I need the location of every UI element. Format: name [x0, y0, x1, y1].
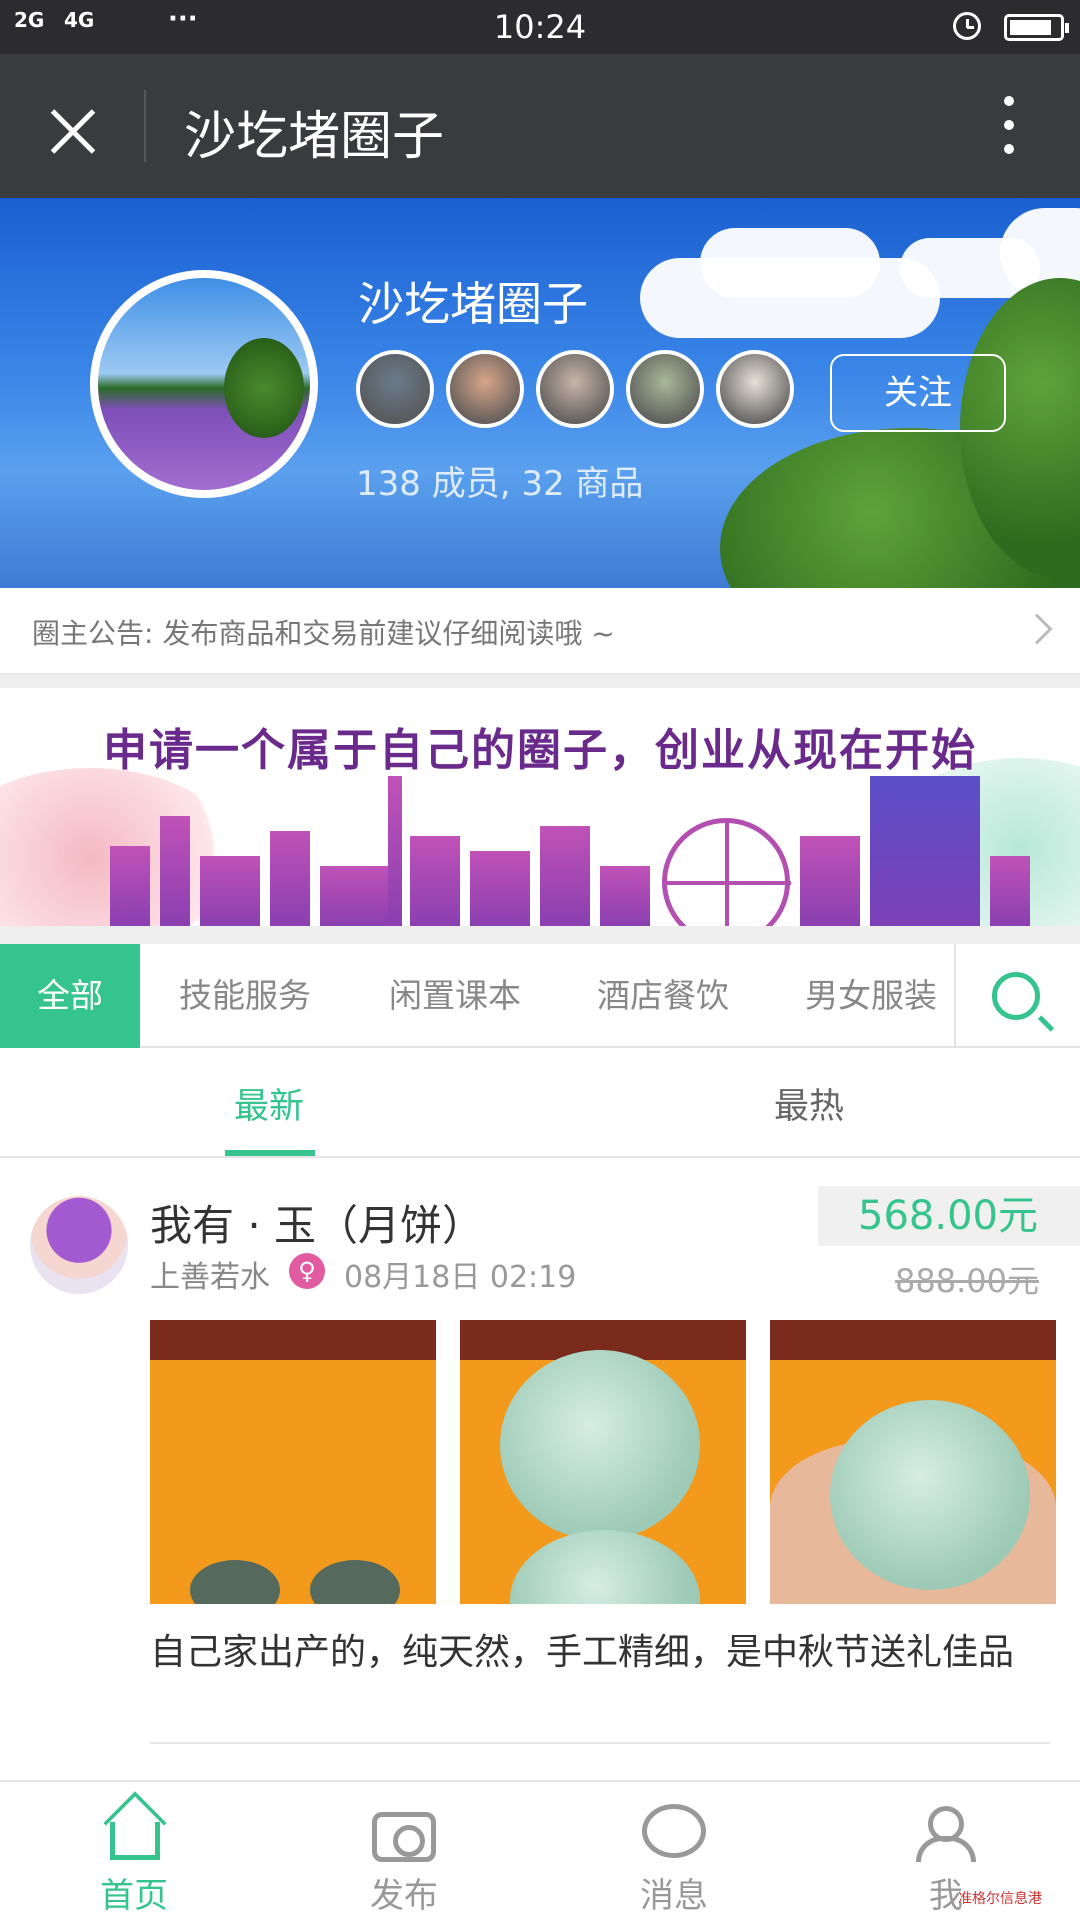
battery-icon: [1004, 14, 1069, 41]
page-title: 沙圪堵圈子: [184, 107, 445, 167]
post-price: 568.00元: [818, 1186, 1080, 1246]
avatar[interactable]: [30, 1196, 128, 1294]
female-icon: ♀: [289, 1253, 325, 1289]
promo-banner[interactable]: 申请一个属于自己的圈子，创业从现在开始: [0, 688, 1080, 926]
post-date: 08月18日 02:19: [344, 1260, 577, 1295]
active-tab-indicator: [225, 1150, 315, 1156]
tab-messages[interactable]: 消息: [594, 1782, 754, 1922]
ferris-wheel-icon: [662, 818, 791, 926]
circle-name: 沙圪堵圈子: [358, 277, 588, 331]
member-avatar[interactable]: [536, 350, 614, 428]
close-icon[interactable]: [48, 106, 98, 156]
circle-header: 沙圪堵圈子 关注 138 成员, 32 商品: [0, 198, 1080, 588]
post-title: 我有 · 玉（月饼）: [150, 1201, 485, 1250]
post-author: 上善若水: [150, 1260, 270, 1295]
post-image[interactable]: [150, 1320, 436, 1604]
member-avatar[interactable]: [446, 350, 524, 428]
post-original-price: 888.00元: [895, 1262, 1039, 1300]
category-tab-all[interactable]: 全部: [0, 944, 140, 1048]
chevron-right-icon: [1021, 613, 1053, 645]
divider: [144, 90, 146, 162]
sort-tabs: 最新 最热: [0, 1048, 1080, 1158]
category-tab-textbooks[interactable]: 闲置课本: [370, 944, 540, 1048]
title-bar: 沙圪堵圈子: [0, 54, 1080, 198]
tab-publish-label: 发布: [370, 1876, 438, 1916]
tab-hottest[interactable]: 最热: [774, 1078, 844, 1129]
announcement-text: 圈主公告: 发布商品和交易前建议仔细阅读哦 ~: [32, 617, 615, 650]
status-time: 10:24: [493, 8, 587, 46]
post-image[interactable]: [770, 1320, 1056, 1604]
bottom-tab-bar: 首页 发布 消息 我: [0, 1780, 1080, 1920]
post-image[interactable]: [460, 1320, 746, 1604]
tab-home[interactable]: 首页: [54, 1782, 214, 1922]
category-tab-skills[interactable]: 技能服务: [160, 944, 330, 1048]
follow-button[interactable]: 关注: [830, 354, 1006, 432]
circle-stats: 138 成员, 32 商品: [356, 464, 644, 504]
list-item[interactable]: 我有 · 玉（月饼） 上善若水 ♀ 08月18日 02:19 568.00元 8…: [0, 1160, 1080, 1780]
search-icon[interactable]: [992, 972, 1040, 1020]
member-avatar[interactable]: [356, 350, 434, 428]
category-tab-hotel-dining[interactable]: 酒店餐饮: [578, 944, 748, 1048]
category-tab-clothing[interactable]: 男女服装: [786, 944, 956, 1048]
circle-avatar: [90, 270, 318, 498]
announcement-bar[interactable]: 圈主公告: 发布商品和交易前建议仔细阅读哦 ~: [0, 588, 1080, 674]
category-bar: 全部 技能服务 闲置课本 酒店餐饮 男女服装: [0, 944, 1080, 1048]
chat-bubble-icon: [642, 1804, 706, 1858]
tab-publish[interactable]: 发布: [324, 1782, 484, 1922]
tab-messages-label: 消息: [640, 1876, 708, 1916]
status-bar: 2G 4G ··· 10:24: [0, 0, 1080, 54]
post-description: 自己家出产的，纯天然，手工精细，是中秋节送礼佳品: [150, 1632, 1015, 1673]
camera-icon: [372, 1812, 436, 1862]
alarm-icon: [953, 12, 981, 40]
more-menu-icon[interactable]: [1000, 96, 1018, 156]
member-avatar[interactable]: [626, 350, 704, 428]
member-avatar[interactable]: [716, 350, 794, 428]
banner-slogan: 申请一个属于自己的圈子，创业从现在开始: [103, 725, 977, 776]
tab-latest[interactable]: 最新: [234, 1078, 304, 1129]
watermark: 准格尔信息港: [958, 1891, 1042, 1907]
tab-home-label: 首页: [100, 1876, 168, 1916]
